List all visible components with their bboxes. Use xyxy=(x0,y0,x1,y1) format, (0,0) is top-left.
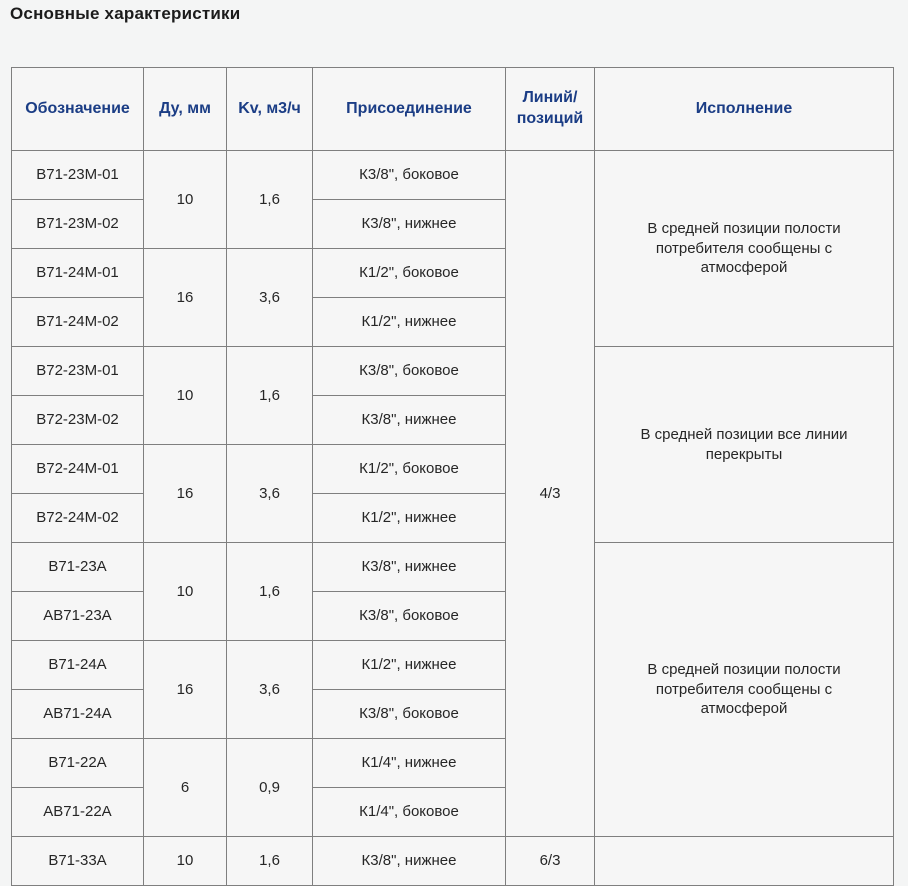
connection-cell: К3/8", боковое xyxy=(313,347,506,396)
kv-cell: 3,6 xyxy=(227,249,313,347)
header-connection: Присоединение xyxy=(313,68,506,151)
du-cell: 16 xyxy=(144,249,227,347)
lines-positions-cell: 4/3 xyxy=(506,151,595,837)
header-designation: Обозначение xyxy=(12,68,144,151)
du-cell: 16 xyxy=(144,641,227,739)
du-cell: 10 xyxy=(144,837,227,886)
designation-cell: АВ71-22А xyxy=(12,788,144,837)
kv-cell: 3,6 xyxy=(227,445,313,543)
header-lines-line1: Линий/ xyxy=(523,89,578,106)
designation-cell: В72-23М-02 xyxy=(12,396,144,445)
connection-cell: К3/8", боковое xyxy=(313,592,506,641)
designation-cell: АВ71-24А xyxy=(12,690,144,739)
designation-cell: В71-23М-02 xyxy=(12,200,144,249)
connection-cell: К3/8", боковое xyxy=(313,690,506,739)
characteristics-table: Обозначение Ду, мм Kv, м3/ч Присоединени… xyxy=(11,67,894,886)
lines-positions-cell: 6/3 xyxy=(506,837,595,886)
connection-cell: К3/8", нижнее xyxy=(313,200,506,249)
table-row: В71-33А 10 1,6 К3/8", нижнее 6/3 xyxy=(12,837,894,886)
connection-cell: К1/2", нижнее xyxy=(313,641,506,690)
connection-cell: К1/2", нижнее xyxy=(313,298,506,347)
du-cell: 10 xyxy=(144,347,227,445)
header-kv: Kv, м3/ч xyxy=(227,68,313,151)
designation-cell: В71-23А xyxy=(12,543,144,592)
designation-cell: В71-24М-01 xyxy=(12,249,144,298)
page-title: Основные характеристики xyxy=(10,4,908,24)
connection-cell: К1/2", боковое xyxy=(313,445,506,494)
kv-cell: 0,9 xyxy=(227,739,313,837)
connection-cell: К3/8", нижнее xyxy=(313,837,506,886)
connection-cell: К3/8", боковое xyxy=(313,151,506,200)
designation-cell: В71-23М-01 xyxy=(12,151,144,200)
kv-cell: 1,6 xyxy=(227,347,313,445)
header-lines-line2: позиций xyxy=(517,110,584,127)
connection-cell: К3/8", нижнее xyxy=(313,396,506,445)
execution-cell: В средней позиции полости потребителя со… xyxy=(595,543,894,837)
designation-cell: В71-22А xyxy=(12,739,144,788)
table-row: В71-23М-01 10 1,6 К3/8", боковое 4/3 В с… xyxy=(12,151,894,200)
connection-cell: К3/8", нижнее xyxy=(313,543,506,592)
designation-cell: АВ71-23А xyxy=(12,592,144,641)
designation-cell: В71-24М-02 xyxy=(12,298,144,347)
connection-cell: К1/2", боковое xyxy=(313,249,506,298)
header-row: Обозначение Ду, мм Kv, м3/ч Присоединени… xyxy=(12,68,894,151)
du-cell: 16 xyxy=(144,445,227,543)
kv-cell: 1,6 xyxy=(227,543,313,641)
du-cell: 6 xyxy=(144,739,227,837)
table-row: В71-23А 10 1,6 К3/8", нижнее В средней п… xyxy=(12,543,894,592)
designation-cell: В72-24М-01 xyxy=(12,445,144,494)
header-du: Ду, мм xyxy=(144,68,227,151)
table-row: В72-23М-01 10 1,6 К3/8", боковое В средн… xyxy=(12,347,894,396)
header-execution: Исполнение xyxy=(595,68,894,151)
designation-cell: В72-23М-01 xyxy=(12,347,144,396)
execution-cell xyxy=(595,837,894,886)
execution-cell: В средней позиции все линии перекрыты xyxy=(595,347,894,543)
designation-cell: В71-33А xyxy=(12,837,144,886)
connection-cell: К1/2", нижнее xyxy=(313,494,506,543)
designation-cell: В71-24А xyxy=(12,641,144,690)
kv-cell: 1,6 xyxy=(227,837,313,886)
kv-cell: 1,6 xyxy=(227,151,313,249)
du-cell: 10 xyxy=(144,543,227,641)
header-lines-positions: Линий/позиций xyxy=(506,68,595,151)
kv-cell: 3,6 xyxy=(227,641,313,739)
connection-cell: К1/4", нижнее xyxy=(313,739,506,788)
du-cell: 10 xyxy=(144,151,227,249)
designation-cell: В72-24М-02 xyxy=(12,494,144,543)
execution-cell: В средней позиции полости потребителя со… xyxy=(595,151,894,347)
connection-cell: К1/4", боковое xyxy=(313,788,506,837)
